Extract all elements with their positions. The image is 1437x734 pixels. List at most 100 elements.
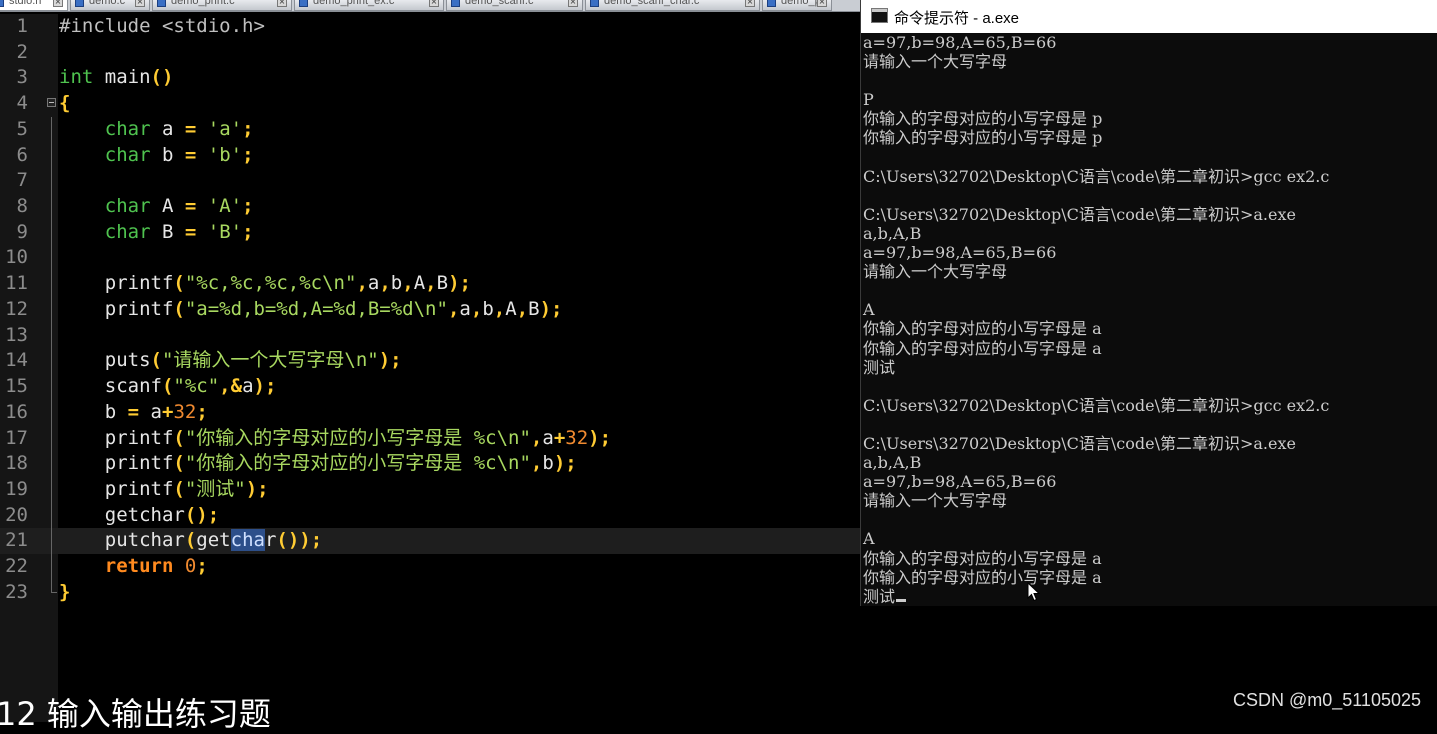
- code-line[interactable]: 9 char B = 'B';: [0, 219, 860, 246]
- file-icon: [590, 0, 599, 7]
- code-token: printf: [59, 452, 174, 475]
- code-editor[interactable]: stdio.h × demo.c × demo_print.c × demo_print_e…: [0, 0, 860, 722]
- console-line: 你输入的字母对应的小写字母是 p: [863, 128, 1436, 147]
- fold-guide-line: [51, 502, 52, 529]
- line-number: 22: [5, 555, 28, 578]
- code-line[interactable]: 20 getchar();: [0, 502, 860, 529]
- console-line: a=97,b=98,A=65,B=66: [863, 33, 1436, 52]
- code-token: ());: [276, 529, 323, 552]
- console-line-text: 请输入一个大写字母: [863, 262, 1008, 282]
- editor-tab[interactable]: demo_scanf.c ×: [446, 0, 583, 11]
- code-line[interactable]: 16 b = a+32;: [0, 399, 860, 426]
- editor-tab[interactable]: demo_p ×: [762, 0, 832, 11]
- console-output[interactable]: a=97,b=98,A=65,B=66 请输入一个大写字母 P 你输入的字母对应的小写…: [863, 33, 1436, 606]
- fold-guide-line: [51, 245, 52, 272]
- console-line: a,b,A,B: [863, 224, 1436, 243]
- code-line[interactable]: 8 char A = 'A';: [0, 194, 860, 220]
- code-line[interactable]: 23}: [0, 579, 860, 606]
- line-number: 2: [16, 40, 28, 63]
- line-number: 11: [5, 272, 28, 295]
- code-token: );: [539, 297, 563, 320]
- fold-guide-line: [51, 425, 52, 452]
- command-prompt-window[interactable]: 命令提示符 - a.exe a=97,b=98,A=65,B=66 请输入一个大写…: [860, 0, 1437, 606]
- code-line[interactable]: 15 scanf("%c",&a);: [0, 374, 860, 400]
- editor-tab[interactable]: demo_print_ex.c ×: [294, 0, 444, 11]
- code-token: "测试": [184, 477, 246, 500]
- editor-tab[interactable]: demo_print.c ×: [152, 0, 292, 11]
- code-token: main: [93, 66, 151, 89]
- code-line[interactable]: 21 putchar(getchar());: [0, 528, 860, 555]
- code-token: 'a': [207, 117, 243, 140]
- code-line[interactable]: 13: [0, 322, 860, 349]
- code-token: );: [448, 272, 471, 295]
- code-line[interactable]: 5 char a = 'a';: [0, 116, 860, 143]
- editor-tab[interactable]: demo_scanf_char.c ×: [585, 0, 760, 11]
- code-line[interactable]: 22 return 0;: [0, 554, 860, 580]
- code-line[interactable]: 19 printf("测试");: [0, 476, 860, 503]
- editor-tab[interactable]: stdio.h ×: [0, 0, 68, 11]
- code-line[interactable]: 11 printf("%c,%c,%c,%c\n",a,b,A,B);: [0, 271, 860, 297]
- console-line-text: 测试: [863, 586, 896, 606]
- code-line[interactable]: 4{: [0, 91, 860, 117]
- code-line[interactable]: 14 puts("请输入一个大写字母\n");: [0, 348, 860, 375]
- console-line: 你输入的字母对应的小写字母是 a: [863, 339, 1436, 358]
- code-line[interactable]: 3 int main(): [0, 65, 860, 91]
- console-title-bar[interactable]: 命令提示符 - a.exe: [861, 0, 1437, 33]
- console-line: C:\Users\32702\Desktop\C语言\code\第二章初识>gc…: [863, 396, 1436, 415]
- code-token: a: [542, 426, 554, 449]
- code-token: 'b': [207, 143, 243, 166]
- close-icon[interactable]: ×: [568, 0, 578, 7]
- fold-guide-line: [51, 451, 52, 477]
- code-token: ,: [447, 297, 460, 320]
- console-line: 你输入的字母对应的小写字母是 a: [863, 319, 1436, 338]
- code-token: "%c,%c,%c,%c\n": [184, 272, 357, 295]
- code-line[interactable]: 12 printf("a=%d,b=%d,A=%d,B=%d\n",a,b,A,…: [0, 296, 860, 323]
- code-token: ;: [242, 143, 254, 166]
- console-line: 你输入的字母对应的小写字母是 p: [863, 109, 1436, 128]
- code-token: ,: [516, 297, 529, 320]
- code-token: (): [150, 66, 174, 89]
- code-text: #include <stdio.h>: [59, 14, 265, 40]
- code-line[interactable]: 18 printf("你输入的字母对应的小写字母是 %c\n",b);: [0, 451, 860, 477]
- fold-guide-line: [51, 374, 52, 400]
- console-line-text: a=97,b=98,A=65,B=66: [863, 472, 1057, 492]
- code-line[interactable]: 7: [0, 168, 860, 195]
- file-icon: [767, 0, 776, 7]
- close-icon[interactable]: ×: [277, 0, 287, 7]
- close-icon[interactable]: ×: [53, 0, 63, 7]
- code-token: char: [104, 143, 151, 166]
- fold-guide-line: [51, 399, 52, 426]
- file-icon: [157, 0, 166, 7]
- code-line[interactable]: 6 char b = 'b';: [0, 142, 860, 169]
- file-icon: [451, 0, 460, 7]
- fold-toggle-icon[interactable]: [47, 98, 56, 108]
- editor-tab[interactable]: demo.c ×: [70, 0, 150, 11]
- code-text: printf("a=%d,b=%d,A=%d,B=%d\n",a,b,A,B);: [59, 297, 563, 323]
- close-icon[interactable]: ×: [429, 0, 439, 7]
- close-icon[interactable]: ×: [817, 0, 827, 7]
- code-line[interactable]: 2: [0, 40, 860, 66]
- code-token: 'B': [207, 220, 243, 243]
- code-area[interactable]: 1 #include <stdio.h> 2 3 int main() 4{5 char …: [0, 14, 860, 606]
- line-number: 23: [5, 580, 28, 603]
- close-icon[interactable]: ×: [135, 0, 145, 7]
- code-text: putchar(getchar());: [59, 528, 322, 554]
- code-text: char b = 'b';: [59, 143, 254, 169]
- close-icon[interactable]: ×: [745, 0, 755, 7]
- code-line[interactable]: 17 printf("你输入的字母对应的小写字母是 %c\n",a+32);: [0, 425, 860, 452]
- console-line-text: 你输入的字母对应的小写字母是 a: [863, 567, 1102, 587]
- code-token: return: [104, 555, 174, 578]
- code-token: );: [378, 349, 402, 372]
- code-line[interactable]: 1 #include <stdio.h>: [0, 14, 860, 40]
- fold-guide-line: [51, 476, 52, 503]
- console-line-text: C:\Users\32702\Desktop\C语言\code\第二章初识>a.…: [863, 433, 1296, 453]
- code-line[interactable]: 10: [0, 245, 860, 272]
- console-title: 命令提示符 - a.exe: [894, 10, 1020, 27]
- line-number: 9: [16, 220, 28, 243]
- code-token: a: [242, 375, 254, 398]
